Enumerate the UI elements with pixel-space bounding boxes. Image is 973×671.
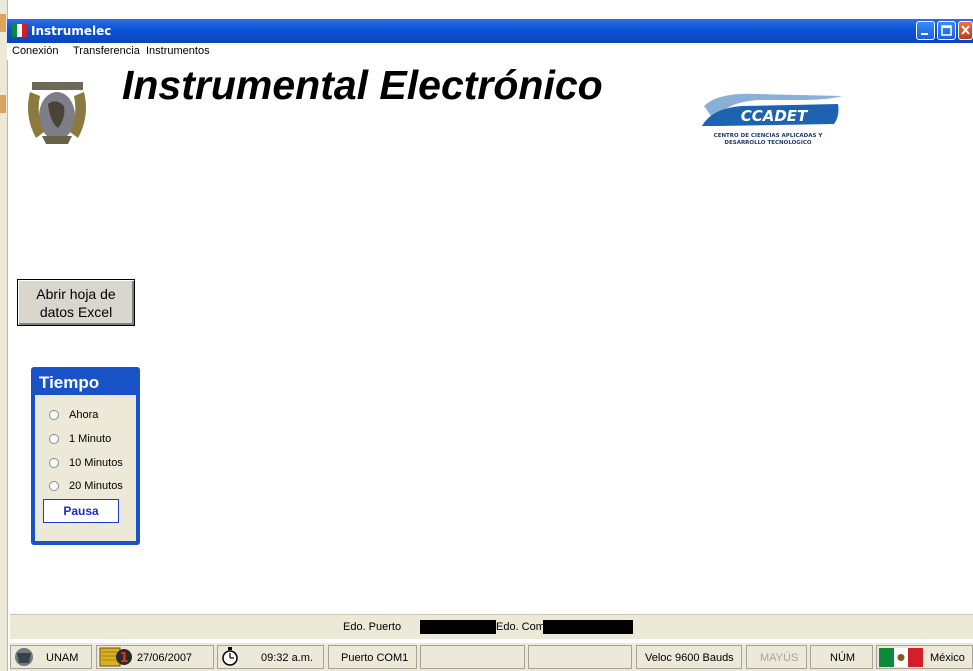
time-text: 09:32 a.m.	[261, 652, 313, 664]
radio-20-minutos-label: 20 Minutos	[69, 480, 123, 492]
port-pane: Puerto COM1	[328, 645, 417, 669]
radio-icon	[49, 458, 59, 469]
unam-seal-icon	[15, 648, 33, 666]
unam-pane: UNAM	[10, 645, 92, 669]
num-pane: NÚM	[810, 645, 873, 669]
country-text: México	[930, 652, 965, 664]
maximize-icon	[941, 25, 952, 36]
port-text: Puerto COM1	[341, 652, 409, 664]
radio-icon	[49, 434, 59, 445]
minimize-icon	[921, 33, 928, 35]
close-icon	[961, 25, 970, 35]
ccadet-tagline-1: CENTRO DE CIENCIAS APLICADAS Y	[714, 133, 824, 139]
close-button[interactable]	[958, 21, 973, 40]
stopwatch-icon	[222, 647, 238, 666]
ccadet-tagline-2: DESARROLLO TECNOLOGICO	[724, 140, 811, 146]
window-title: Instrumelec	[31, 24, 112, 38]
menu-conexion[interactable]: Conexión	[12, 45, 58, 57]
date-pane: 1 27/06/2007	[96, 645, 214, 669]
menu-bar: Conexión Transferencia Instrumentos	[7, 43, 973, 60]
tiempo-options: Ahora 1 Minuto 10 Minutos 20 Minutos Pau…	[35, 395, 136, 541]
mexico-flag-icon	[12, 24, 27, 37]
calendar-icon: 1	[99, 647, 132, 667]
radio-10-minutos-label: 10 Minutos	[69, 457, 123, 469]
edo-com-indicator	[543, 620, 633, 634]
edo-puerto-indicator	[420, 620, 496, 634]
page-title: Instrumental Electrónico	[122, 62, 603, 108]
title-bar[interactable]: Instrumelec	[7, 19, 973, 43]
edo-puerto-label: Edo. Puerto	[343, 621, 402, 633]
status-bar: UNAM 1 27/06/2007 09:32 a.m. Puerto COM1…	[10, 643, 973, 671]
background-window-edge-mark	[0, 95, 6, 113]
maximize-button[interactable]	[937, 21, 956, 40]
unam-text: UNAM	[46, 652, 79, 664]
open-excel-label-2: datos Excel	[39, 304, 113, 320]
radio-10-minutos[interactable]: 10 Minutos	[49, 457, 123, 469]
edo-com-label: Edo. Com	[496, 621, 545, 633]
calendar-day: 1	[119, 651, 128, 666]
time-pane: 09:32 a.m.	[217, 645, 324, 669]
radio-20-minutos[interactable]: 20 Minutos	[49, 480, 123, 492]
ccadet-logo: CCADET CENTRO DE CIENCIAS APLICADAS Y DE…	[702, 93, 842, 146]
status-pane-empty-2	[528, 645, 632, 669]
menu-instrumentos[interactable]: Instrumentos	[146, 45, 210, 57]
radio-1-minuto-label: 1 Minuto	[69, 433, 112, 445]
caps-text: MAYÚS	[760, 652, 799, 664]
ccadet-logo-text: CCADET	[741, 107, 809, 125]
app-window: Instrumelec Conexión Transferencia Instr…	[0, 0, 973, 671]
date-text: 27/06/2007	[137, 652, 193, 664]
pausa-button[interactable]: Pausa	[43, 499, 119, 523]
unam-logo	[28, 82, 86, 144]
num-text: NÚM	[830, 652, 856, 664]
radio-icon	[49, 481, 59, 492]
mexico-flag-icon	[879, 648, 923, 667]
menu-transferencia[interactable]: Transferencia	[73, 45, 140, 57]
radio-ahora-label: Ahora	[69, 409, 99, 421]
open-excel-button[interactable]: Abrir hoja de datos Excel	[17, 279, 135, 326]
tiempo-title: Tiempo	[39, 373, 100, 392]
status-pane-empty-1	[420, 645, 525, 669]
tiempo-panel: Tiempo Ahora 1 Minuto 10 Minutos 20 Minu…	[31, 367, 140, 545]
radio-1-minuto[interactable]: 1 Minuto	[49, 433, 111, 445]
minimize-button[interactable]	[916, 21, 935, 40]
radio-ahora[interactable]: Ahora	[49, 409, 98, 421]
open-excel-label-1: Abrir hoja de	[36, 286, 116, 302]
speed-pane: Veloc 9600 Bauds	[636, 645, 742, 669]
speed-text: Veloc 9600 Bauds	[645, 652, 734, 664]
country-pane: México	[876, 645, 973, 669]
caps-pane: MAYÚS	[746, 645, 807, 669]
radio-icon	[49, 410, 59, 421]
background-window-edge	[0, 0, 8, 671]
background-window-edge-mark	[0, 14, 6, 32]
port-status-bar: Edo. Puerto Edo. Com	[10, 614, 973, 639]
